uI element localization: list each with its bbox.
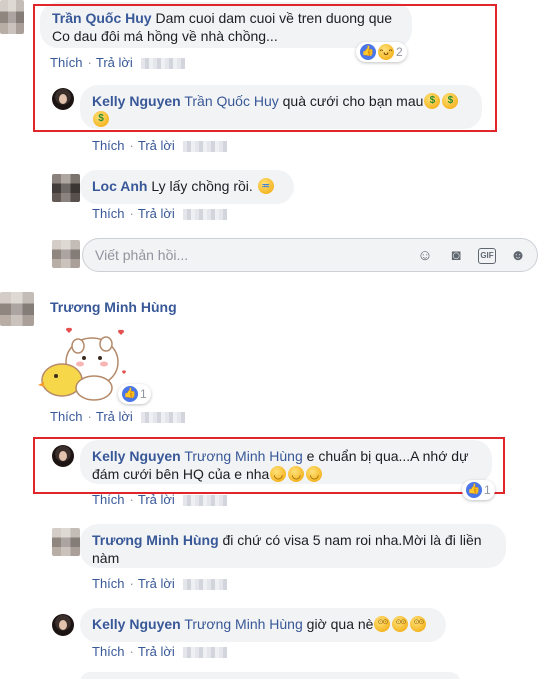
comment-author[interactable]: Trương Minh Hùng: [92, 532, 219, 548]
comment-actions: Thích · Trả lời: [92, 492, 231, 507]
gif-icon[interactable]: GIF: [478, 248, 496, 264]
reaction-summary[interactable]: 👍 1: [118, 384, 151, 404]
timestamp: [182, 579, 227, 591]
reply-link[interactable]: Trả lời: [138, 644, 175, 659]
comment-text: Ly lấy chồng rồi.: [147, 178, 253, 194]
timestamp: [182, 647, 227, 659]
comment-actions: Thích · Trả lời: [92, 138, 231, 153]
mention-link[interactable]: Trương Minh Hùng: [184, 616, 302, 632]
reply-link[interactable]: Trả lời: [138, 492, 175, 507]
comment-text: giờ qua nè: [302, 616, 374, 632]
reaction-summary[interactable]: 👍 1: [462, 480, 495, 500]
timestamp: [182, 141, 227, 153]
like-link[interactable]: Thích: [92, 644, 125, 659]
camera-icon[interactable]: ◙: [447, 247, 465, 265]
like-link[interactable]: Thích: [50, 409, 83, 424]
reply-input[interactable]: Viết phản hồi... ☺ ◙ GIF ☻: [82, 238, 538, 272]
comment-author[interactable]: Loc Anh: [92, 178, 147, 194]
highlight-box: [33, 437, 505, 494]
flushed-emoji: [374, 616, 391, 632]
avatar[interactable]: [0, 292, 34, 326]
flushed-emoji: [410, 616, 427, 632]
like-link[interactable]: Thích: [92, 138, 125, 153]
reply-bubble: Loc Anh Ly lấy chồng rồi.: [80, 170, 294, 204]
comment-actions: Thích · Trả lời: [50, 409, 189, 424]
crying-emoji: [257, 178, 274, 194]
like-reaction-icon: 👍: [466, 482, 482, 498]
sticker-icon[interactable]: ☻: [509, 247, 527, 265]
like-link[interactable]: Thích: [92, 492, 125, 507]
reply-link[interactable]: Trả lời: [96, 409, 133, 424]
like-link[interactable]: Thích: [92, 576, 125, 591]
reaction-count: 1: [484, 483, 491, 497]
avatar[interactable]: [52, 614, 74, 636]
timestamp: [140, 412, 185, 424]
reaction-count: 1: [140, 387, 147, 401]
comment-actions: Thích · Trả lời: [92, 576, 231, 591]
reply-bubble: Trương Minh Hùng đi chứ có visa 5 nam ro…: [80, 524, 506, 568]
reply-placeholder: Viết phản hồi...: [95, 247, 189, 263]
like-reaction-icon: 👍: [122, 386, 138, 402]
like-link[interactable]: Thích: [92, 206, 125, 221]
avatar: [52, 240, 80, 268]
reply-link[interactable]: Trả lời: [138, 576, 175, 591]
timestamp: [182, 495, 227, 507]
comment-author[interactable]: Kelly Nguyen: [92, 616, 181, 632]
reply-link[interactable]: Trả lời: [138, 138, 175, 153]
avatar[interactable]: [0, 0, 24, 34]
reply-link[interactable]: Trả lời: [138, 206, 175, 221]
reply-bubble: [80, 672, 460, 679]
flushed-emoji: [392, 616, 409, 632]
reply-bubble: Kelly Nguyen Trương Minh Hùng giờ qua nè: [80, 608, 446, 642]
timestamp: [182, 209, 227, 221]
avatar[interactable]: [52, 528, 80, 556]
highlight-box: [33, 4, 497, 132]
comment-actions: Thích · Trả lời: [92, 206, 231, 221]
avatar[interactable]: [52, 174, 80, 202]
emoji-icon[interactable]: ☺: [416, 247, 434, 265]
comment-actions: Thích · Trả lời: [92, 644, 231, 659]
comment-author[interactable]: Trương Minh Hùng: [50, 299, 177, 315]
